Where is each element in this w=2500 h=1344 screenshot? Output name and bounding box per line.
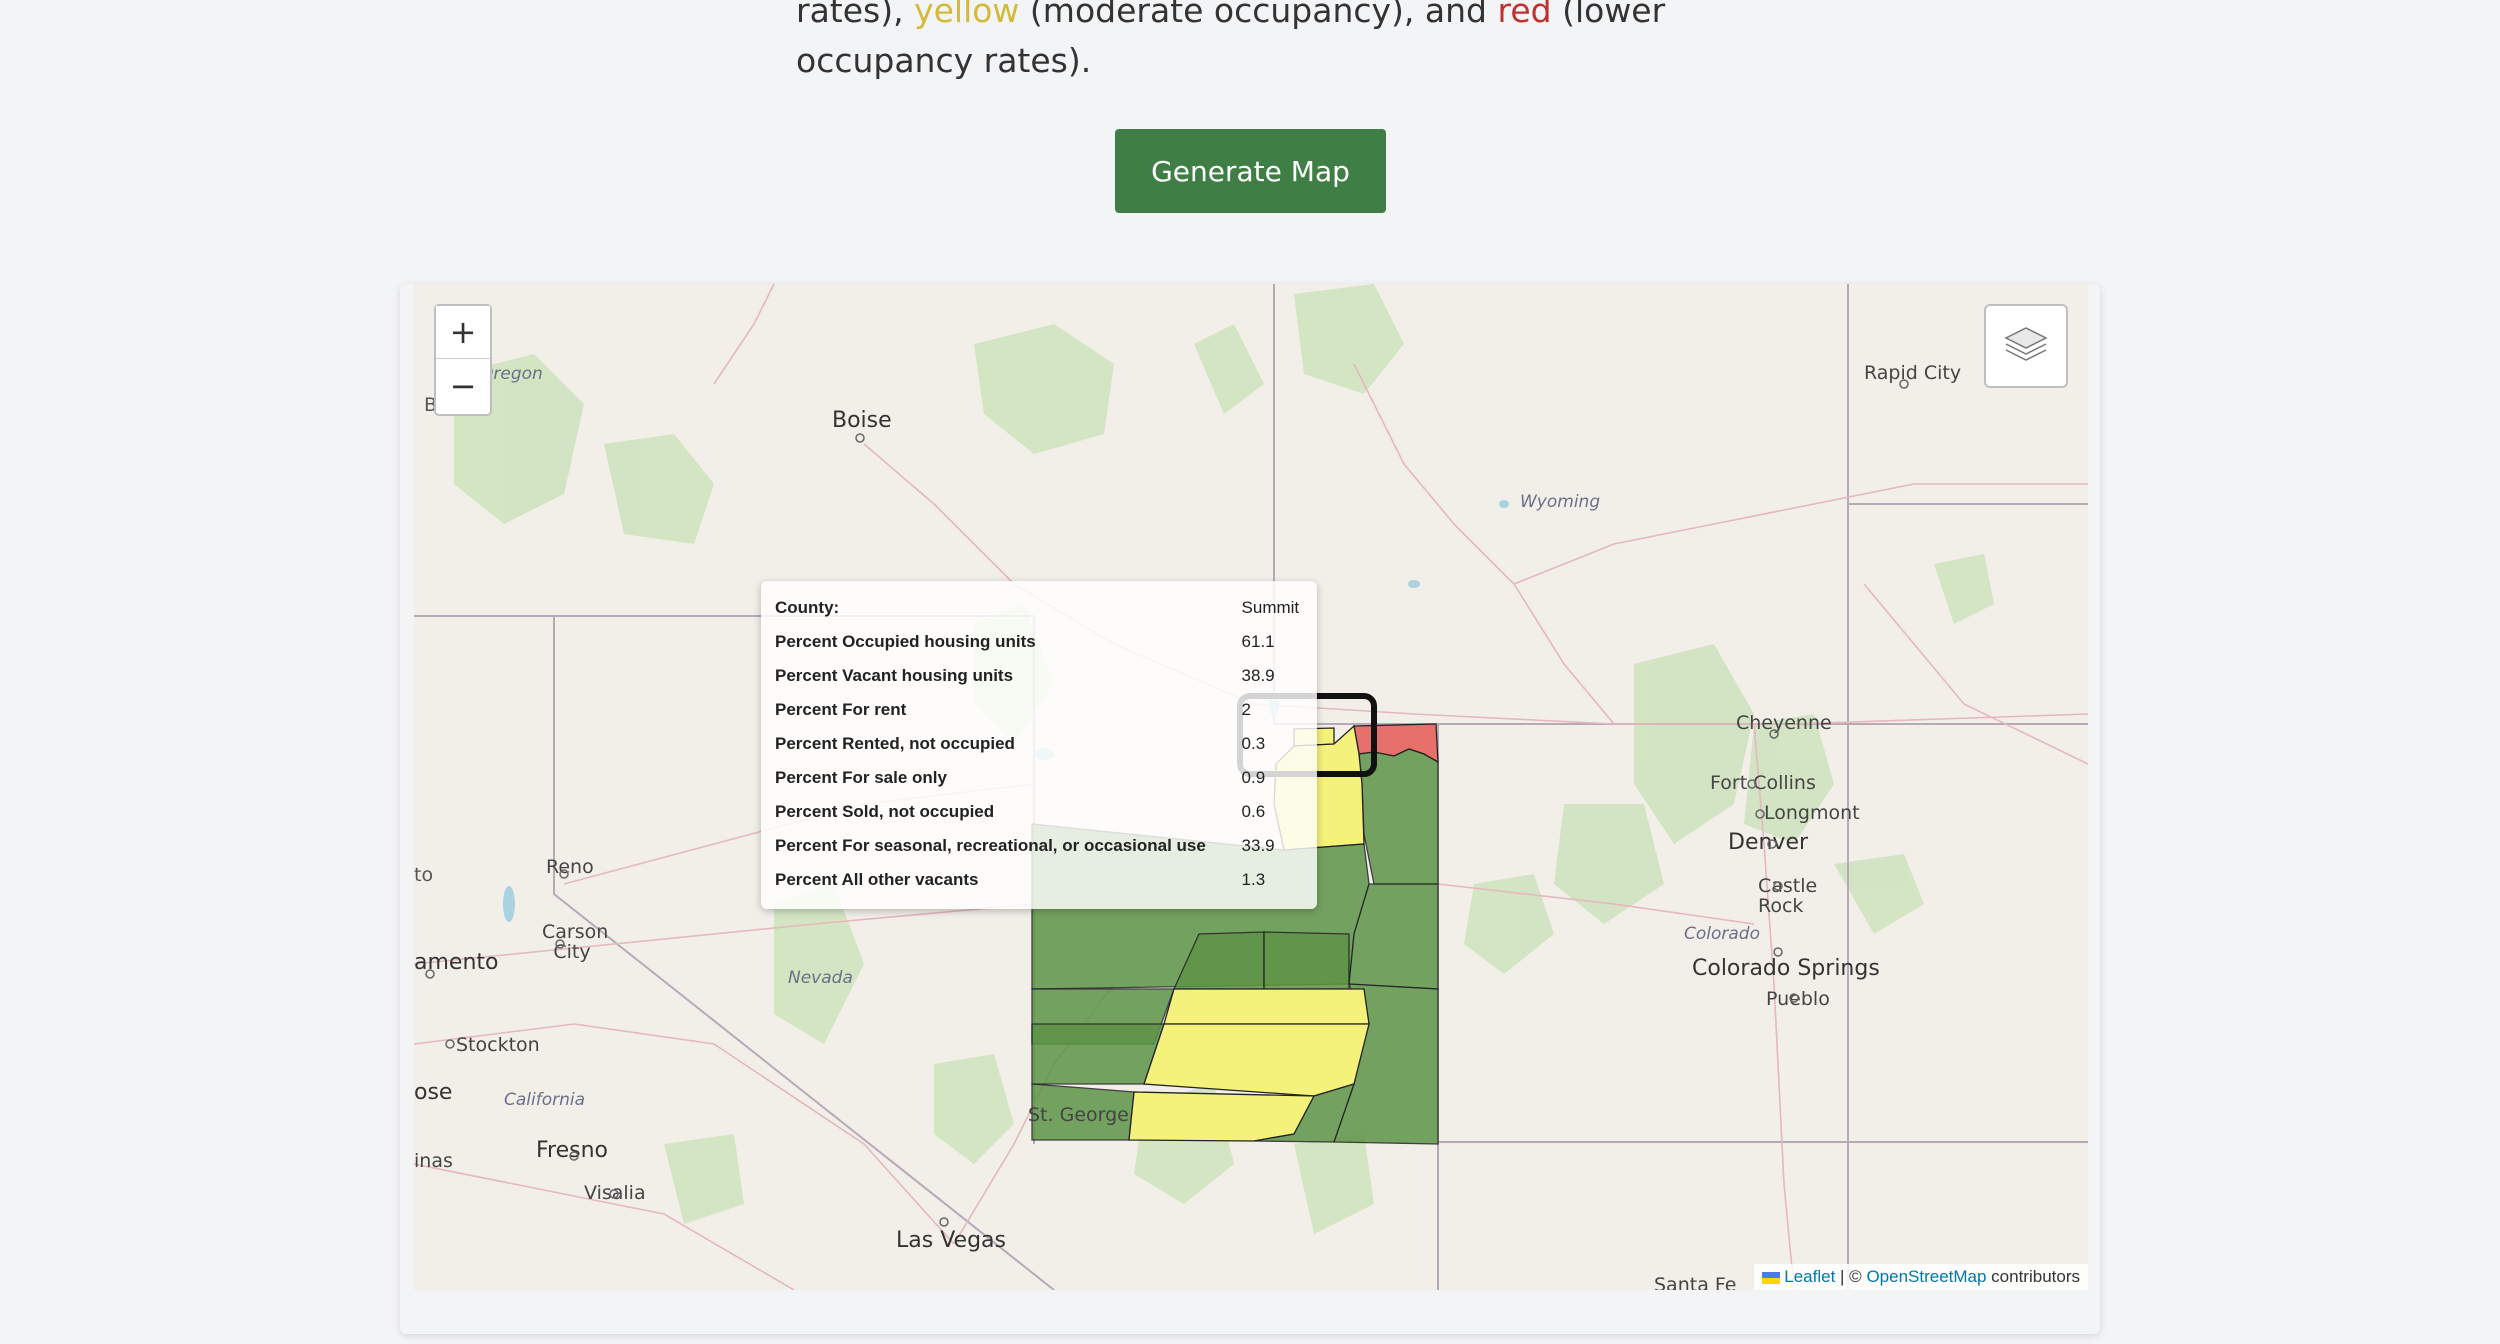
county-kane[interactable]	[1128, 1091, 1316, 1142]
label-fort-collins: Fort Collins	[1710, 772, 1816, 794]
label-stockton: Stockton	[456, 1034, 540, 1056]
label-carson-city: Carson City	[542, 921, 609, 963]
popup-row: County: Summit	[775, 598, 1300, 617]
label-california: California	[504, 1090, 586, 1110]
intro-line-2: occupancy rates).	[796, 41, 1092, 80]
popup-table: County: Summit Percent Occupied housing u…	[775, 591, 1303, 897]
red-word: red	[1497, 0, 1552, 30]
map-container[interactable]: Oregon B Boise Wyoming Rapid City Cheyen…	[414, 284, 2088, 1290]
label-fresno: Fresno	[536, 1138, 609, 1163]
label-visalia: Visalia	[584, 1182, 646, 1204]
label-colorado-springs: Colorado Springs	[1692, 956, 1880, 981]
popup-row: Percent Rented, not occupied 0.3	[775, 734, 1266, 753]
label-to-edge: to	[414, 864, 434, 886]
popup-row: Percent For sale only 0.9	[775, 768, 1266, 787]
zoom-control: + −	[434, 304, 492, 416]
generate-map-button[interactable]: Generate Map	[1115, 129, 1386, 213]
leaflet-link[interactable]: Leaflet	[1784, 1267, 1835, 1286]
label-castle-rock: Castle Rock	[1758, 875, 1818, 917]
popup-row: Percent For seasonal, recreational, or o…	[775, 836, 1275, 855]
label-denver: Denver	[1728, 830, 1809, 855]
label-boise: Boise	[832, 408, 892, 433]
label-reno: Reno	[546, 856, 594, 878]
zoom-in-button[interactable]: +	[436, 306, 490, 359]
ukraine-flag-icon	[1762, 1271, 1781, 1284]
label-san-jose: ose	[414, 1080, 453, 1105]
label-pueblo: Pueblo	[1766, 988, 1830, 1010]
intro-text: rates), yellow (moderate occupancy), and…	[796, 0, 1756, 86]
openstreetmap-link[interactable]: OpenStreetMap	[1866, 1267, 1986, 1286]
label-nevada: Nevada	[788, 968, 853, 988]
popup-row: Percent Vacant housing units 38.9	[775, 666, 1275, 685]
county-emery[interactable]	[1263, 931, 1350, 990]
zoom-out-button[interactable]: −	[436, 359, 490, 412]
county-garfield[interactable]	[1143, 1023, 1370, 1097]
label-las-vegas: Las Vegas	[896, 1228, 1006, 1253]
label-sacramento: amento	[414, 950, 499, 975]
yellow-word: yellow	[914, 0, 1020, 30]
label-rapid-city: Rapid City	[1864, 362, 1962, 384]
layers-control-button[interactable]	[1984, 304, 2068, 388]
map-attribution: Leaflet | © OpenStreetMap contributors	[1754, 1264, 2088, 1290]
label-longmont: Longmont	[1764, 802, 1860, 824]
label-salinas: inas	[414, 1150, 453, 1172]
county-popup: County: Summit Percent Occupied housing u…	[761, 581, 1317, 909]
label-cheyenne: Cheyenne	[1736, 712, 1832, 734]
label-santa-fe: Santa Fe	[1654, 1274, 1737, 1290]
popup-row: Percent For rent 2	[775, 700, 1251, 719]
county-iron[interactable]	[1031, 1023, 1165, 1085]
layers-icon	[2004, 327, 2048, 361]
county-sevier[interactable]	[1163, 988, 1370, 1025]
popup-row: Percent Sold, not occupied 0.6	[775, 802, 1266, 821]
label-wyoming: Wyoming	[1520, 492, 1601, 512]
label-st-george: St. George	[1028, 1104, 1129, 1126]
popup-row: Percent All other vacants 1.3	[775, 870, 1266, 889]
popup-row: Percent Occupied housing units 61.1	[775, 632, 1275, 651]
label-colorado: Colorado	[1684, 924, 1760, 944]
intro-line-1: rates), yellow (moderate occupancy), and…	[796, 0, 1756, 36]
